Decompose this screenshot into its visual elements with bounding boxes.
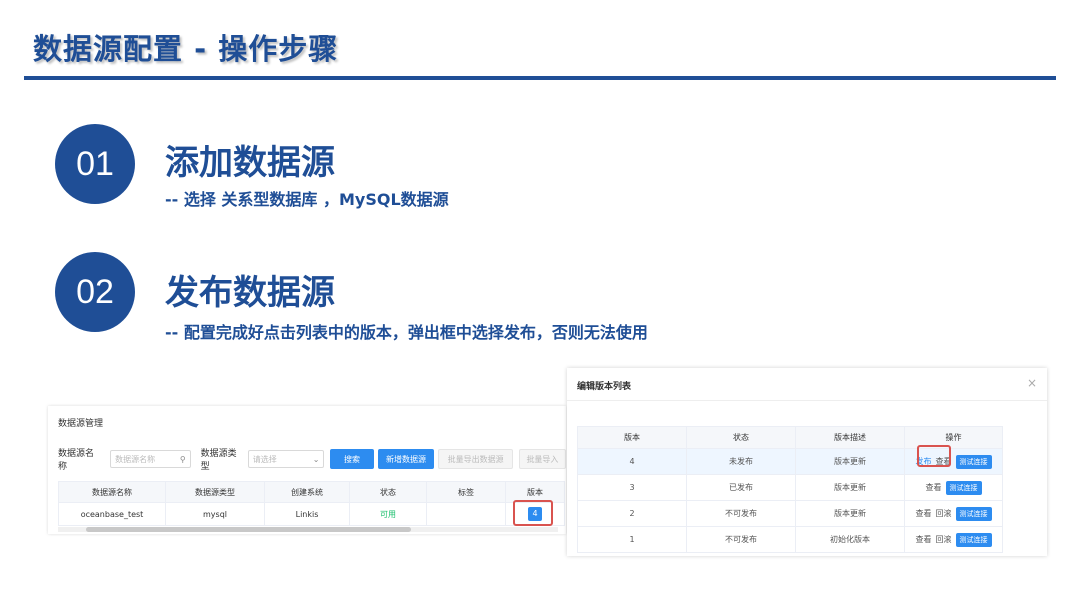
chevron-down-icon: ⌄ bbox=[312, 454, 320, 464]
name-search-input[interactable]: 数据源名称 ⚲ bbox=[110, 450, 191, 468]
title-divider bbox=[24, 76, 1056, 80]
panel-header: 数据源管理 bbox=[58, 419, 104, 429]
cell-desc: 版本更新 bbox=[795, 474, 905, 501]
cell-status: 未发布 bbox=[686, 448, 796, 475]
col-header: 数据源类型 bbox=[165, 481, 265, 503]
cell-system: Linkis bbox=[264, 502, 350, 526]
publish-highlight-box bbox=[917, 445, 951, 467]
type-label: 数据源类型 bbox=[200, 449, 237, 472]
dialog-title: 编辑版本列表 bbox=[577, 382, 632, 392]
export-datasource-button[interactable]: 批量导出数据源 bbox=[438, 449, 513, 469]
col-header: 状态 bbox=[686, 426, 796, 449]
cell-version: 3 bbox=[577, 474, 687, 501]
cell-status: 可用 bbox=[349, 502, 427, 526]
search-icon: ⚲ bbox=[179, 454, 186, 464]
cell-type: mysql bbox=[165, 502, 265, 526]
col-header: 状态 bbox=[349, 481, 427, 503]
rollback-link[interactable]: 回滚 bbox=[936, 509, 952, 518]
cell-version: 4 bbox=[577, 448, 687, 475]
cell-actions: 查看 回滚 测试连接 bbox=[904, 500, 1003, 527]
view-link[interactable]: 查看 bbox=[926, 483, 942, 492]
table-row: oceanbase_test mysql Linkis 可用 4 bbox=[58, 502, 565, 526]
test-connection-button[interactable]: 测试连接 bbox=[945, 480, 982, 495]
cell-status: 已发布 bbox=[686, 474, 796, 501]
col-header: 版本 bbox=[577, 426, 687, 449]
add-datasource-button[interactable]: 新增数据源 bbox=[377, 449, 435, 469]
cell-desc: 初始化版本 bbox=[795, 526, 905, 553]
cell-version: 2 bbox=[577, 500, 687, 527]
step-2-title: 发布数据源 bbox=[165, 273, 335, 313]
cell-status: 不可发布 bbox=[686, 526, 796, 553]
cell-actions: 查看 测试连接 bbox=[904, 474, 1003, 501]
datasource-management-panel: 数据源管理 数据源名称 数据源名称 ⚲ 数据源类型 请选择 ⌄ 搜索 新增数据源… bbox=[48, 406, 566, 534]
cell-version: 1 bbox=[577, 526, 687, 553]
view-link[interactable]: 查看 bbox=[916, 509, 932, 518]
cell-actions: 查看 回滚 测试连接 bbox=[904, 526, 1003, 553]
step-1-title: 添加数据源 bbox=[165, 143, 335, 183]
import-datasource-button[interactable]: 批量导入 bbox=[518, 449, 566, 469]
horizontal-scrollbar[interactable] bbox=[86, 527, 411, 532]
col-header: 数据源名称 bbox=[58, 481, 166, 503]
cell-tags bbox=[426, 502, 506, 526]
edit-version-list-dialog: 编辑版本列表 × 版本 状态 版本描述 操作 4 未发布 版本更新 发布 查看 测试… bbox=[567, 368, 1047, 556]
step-1-desc: -- 选择 关系型数据库 ，MySQL数据源 bbox=[165, 190, 449, 209]
cell-status: 不可发布 bbox=[686, 500, 796, 527]
table-row: 2 不可发布 版本更新 查看 回滚 测试连接 bbox=[577, 500, 1003, 527]
step-2-number: 02 bbox=[55, 252, 135, 332]
table-row: 1 不可发布 初始化版本 查看 回滚 测试连接 bbox=[577, 526, 1003, 553]
cell-desc: 版本更新 bbox=[795, 448, 905, 475]
search-button[interactable]: 搜索 bbox=[330, 449, 374, 469]
step-1-number: 01 bbox=[55, 124, 135, 204]
col-header: 版本描述 bbox=[795, 426, 905, 449]
cell-desc: 版本更新 bbox=[795, 500, 905, 527]
col-header: 标签 bbox=[426, 481, 506, 503]
filter-bar: 数据源名称 数据源名称 ⚲ 数据源类型 请选择 ⌄ 搜索 新增数据源 批量导出数… bbox=[58, 446, 566, 472]
slide-title: 数据源配置 - 操作步骤 bbox=[33, 32, 339, 66]
test-connection-button[interactable]: 测试连接 bbox=[955, 454, 992, 469]
cell-name: oceanbase_test bbox=[58, 502, 166, 526]
step-2-desc: -- 配置完成好点击列表中的版本，弹出框中选择发布，否则无法使用 bbox=[165, 323, 648, 342]
test-connection-button[interactable]: 测试连接 bbox=[955, 506, 992, 521]
view-link[interactable]: 查看 bbox=[916, 535, 932, 544]
rollback-link[interactable]: 回滚 bbox=[936, 535, 952, 544]
datasource-table: 数据源名称 数据源类型 创建系统 状态 标签 版本 oceanbase_test… bbox=[58, 481, 565, 526]
dialog-divider bbox=[567, 400, 1047, 401]
close-icon[interactable]: × bbox=[1027, 376, 1037, 390]
test-connection-button[interactable]: 测试连接 bbox=[955, 532, 992, 547]
type-select[interactable]: 请选择 ⌄ bbox=[247, 450, 325, 468]
name-label: 数据源名称 bbox=[58, 449, 95, 472]
version-highlight-box bbox=[513, 500, 553, 526]
table-row: 3 已发布 版本更新 查看 测试连接 bbox=[577, 474, 1003, 501]
col-header: 创建系统 bbox=[264, 481, 350, 503]
